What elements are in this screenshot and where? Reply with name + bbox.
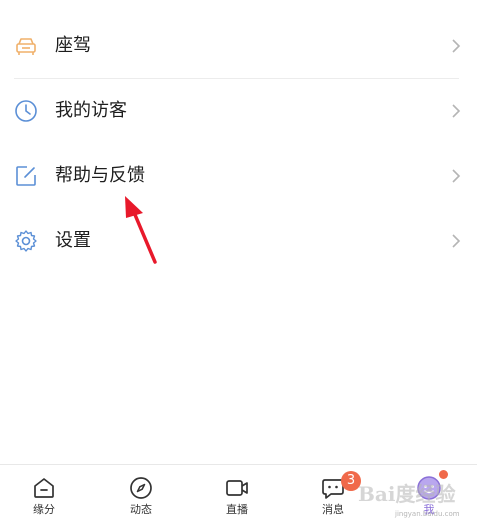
tab-label: 缘分 [33, 503, 55, 516]
watermark-url: jingyan.baidu.com [395, 510, 460, 518]
car-seat-icon [16, 38, 36, 55]
menu-item-label: 帮助与反馈 [55, 165, 145, 186]
home-icon [34, 478, 54, 498]
compass-icon [130, 477, 152, 499]
chevron-right-icon [452, 39, 461, 53]
tab-feed[interactable]: 动态 [111, 465, 171, 529]
menu-item-visitors[interactable]: 我的访客 [0, 79, 477, 143]
menu-item-settings[interactable]: 设置 [0, 209, 477, 273]
tab-label: 消息 [322, 503, 344, 516]
video-camera-icon [226, 480, 248, 496]
edit-icon [16, 166, 36, 186]
clock-icon [15, 100, 37, 122]
menu-item-label: 我的访客 [55, 100, 127, 121]
tab-live[interactable]: 直播 [207, 465, 267, 529]
chevron-right-icon [452, 169, 461, 183]
tab-label: 直播 [226, 503, 248, 516]
tab-label: 动态 [130, 503, 152, 516]
chevron-right-icon [452, 234, 461, 248]
chevron-right-icon [452, 104, 461, 118]
watermark: Bai度经验 [358, 482, 456, 506]
menu-item-help-feedback[interactable]: 帮助与反馈 [0, 144, 477, 208]
menu-item-label: 座驾 [55, 35, 91, 56]
gear-icon [15, 230, 37, 252]
menu-item-vehicle[interactable]: 座驾 [0, 14, 477, 78]
tab-fate[interactable]: 缘分 [14, 465, 74, 529]
menu-item-label: 设置 [55, 230, 91, 251]
